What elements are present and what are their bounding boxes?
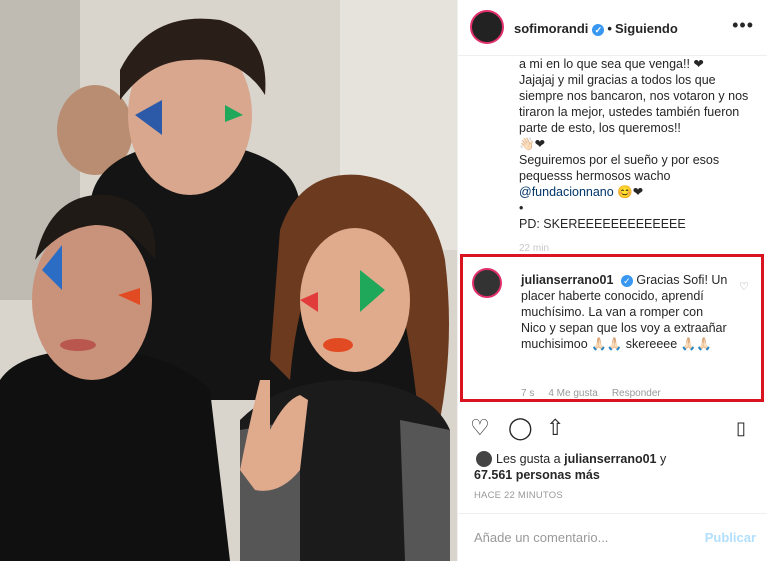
reply-button[interactable]: Responder [612,388,661,399]
caption-ps: PD: SKEREEEEEEEEEEEEE [519,217,686,231]
caption-bullet: • [519,201,524,215]
share-icon[interactable]: ⇧ [546,414,564,442]
caption-emoji: 👋🏻❤ [519,137,546,151]
bookmark-icon[interactable]: ▯ [736,414,746,442]
author-avatar[interactable] [470,10,504,44]
caption-line: Seguiremos por el sueño y por esos peque… [519,153,720,183]
comment-like-icon[interactable]: ♡ [739,280,749,293]
action-bar: ♡ ◯ ⇧ ▯ [470,414,760,442]
likes-prefix: Les gusta a [496,452,565,466]
caption-time: 22 min [519,243,550,254]
mention-link[interactable]: @fundacionnano [519,185,614,199]
follow-status-button[interactable]: Siguiendo [615,21,678,36]
publish-button[interactable]: Publicar [705,530,756,545]
commenter-username[interactable]: julianserrano01 [521,273,613,287]
commenter-avatar[interactable] [472,268,502,298]
comment-likes[interactable]: 4 Me gusta [548,388,597,399]
comment-input[interactable]: Añade un comentario... [474,530,608,545]
verified-icon: ✓ [592,23,605,36]
comment-meta: 7 s 4 Me gusta Responder [521,388,675,399]
caption-emoji: 😊❤ [613,185,644,199]
highlighted-comment: julianserrano01 ✓ Gracias Sofi! Un place… [460,254,764,402]
separator-dot: • [607,21,612,36]
likes-summary[interactable]: Les gusta a julianserrano01 y 67.561 per… [474,451,744,483]
likes-suffix: y [656,452,667,466]
post-header: sofimorandi ✓ • Siguiendo ••• [458,0,767,56]
liker-username[interactable]: julianserrano01 [564,452,656,466]
caption-line: Jajajaj y mil gracias a todos los que si… [519,73,749,135]
author-line: sofimorandi ✓ • Siguiendo [514,21,678,36]
comment-body: julianserrano01 ✓ Gracias Sofi! Un place… [521,272,731,352]
caption-line: a mi en lo que sea que venga!! ❤ [519,57,704,71]
like-icon[interactable]: ♡ [470,414,490,442]
post-caption: a mi en lo que sea que venga!! ❤ Jajajaj… [519,56,759,232]
photo-illustration [0,0,457,561]
comment-icon[interactable]: ◯ [508,414,533,442]
post-time[interactable]: HACE 22 MINUTOS [474,490,563,501]
post-photo[interactable] [0,0,457,561]
verified-icon: ✓ [620,274,633,287]
comment-time: 7 s [521,388,535,399]
post-side-panel: sofimorandi ✓ • Siguiendo ••• a mi en lo qu… [457,0,767,561]
likes-count[interactable]: 67.561 personas más [474,468,600,482]
more-options-icon[interactable]: ••• [732,15,754,36]
add-comment-bar: Añade un comentario... Publicar [458,513,767,561]
author-username[interactable]: sofimorandi [514,21,588,36]
